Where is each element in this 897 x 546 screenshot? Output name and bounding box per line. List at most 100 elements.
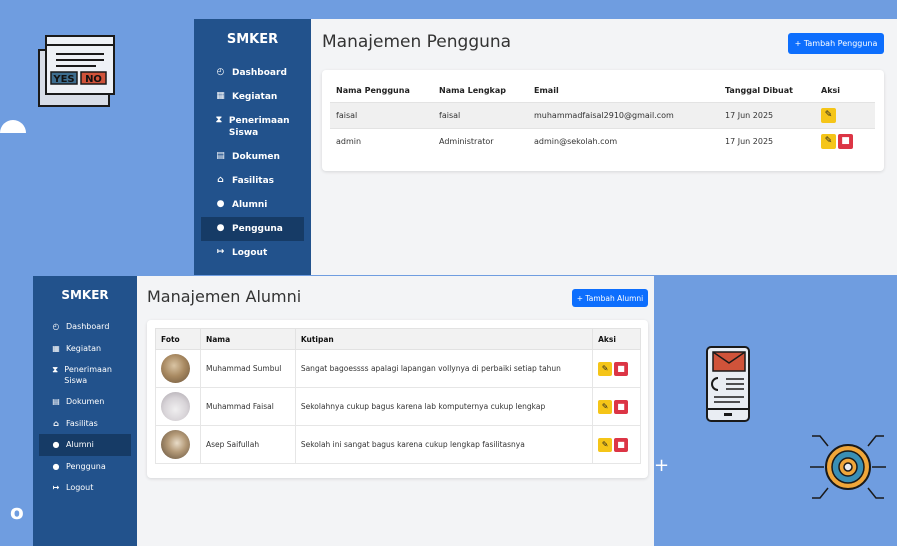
column-header-email: Email: [534, 86, 559, 96]
sidebar-item-penerimaan-siswa[interactable]: ⧗ Penerimaan Siswa: [39, 359, 131, 391]
cell-photo: [155, 425, 201, 464]
sidebar-item-label: Fasilitas: [232, 176, 275, 186]
sidebar-item-label: Dashboard: [232, 68, 287, 78]
cell-email: admin@sekolah.com: [528, 127, 719, 154]
cell-actions: ✎ ■: [592, 387, 641, 426]
brand-title: SMKER: [226, 32, 279, 47]
table-header-row: Foto Nama Kutipan Aksi: [155, 328, 641, 350]
cell-actions: ✎ ■: [592, 425, 641, 464]
cell-actions: ✎: [815, 101, 875, 128]
sidebar-item-label: Fasilitas: [66, 418, 98, 428]
yes-no-form-illustration: YES NO: [38, 35, 115, 107]
sidebar-item-logout[interactable]: ↦ Logout: [201, 241, 304, 265]
column-header-foto: Foto: [155, 328, 201, 350]
sidebar-nav: ◴ Dashboard ▦ Kegiatan ⧗ Penerimaan Siswa ▤ Dok…: [33, 316, 137, 499]
edit-icon[interactable]: ✎: [598, 437, 613, 452]
half-circle-decoration: [0, 120, 26, 133]
sidebar: SMKER ◴ Dashboard ▦ Kegiatan ⧗ Penerimaan Sis…: [33, 276, 137, 546]
cell-quote: Sekolah ini sangat bagus karena cukup le…: [294, 425, 594, 464]
sidebar-item-kegiatan[interactable]: ▦ Kegiatan: [39, 338, 131, 360]
sidebar-item-logout[interactable]: ↦ Logout: [39, 477, 131, 499]
sidebar-item-label: Alumni: [66, 440, 94, 449]
sidebar-item-fasilitas[interactable]: ⌂ Fasilitas: [201, 169, 304, 193]
column-header-nama: Nama: [199, 328, 296, 350]
table-row: admin Administrator admin@sekolah.com 17 Ju…: [330, 127, 875, 154]
dashboard-icon: ◴: [216, 67, 225, 77]
sidebar-item-label: Pengguna: [66, 461, 106, 471]
dashboard-icon: ◴: [52, 322, 60, 331]
user-graduate-icon: ●: [52, 440, 60, 449]
delete-icon[interactable]: ■: [838, 133, 853, 149]
sidebar-item-label: Alumni: [232, 200, 268, 210]
table-row: Muhammad Faisal Sekolahnya cukup bagus ka…: [155, 387, 641, 426]
cell-email: muhammadfaisal2910@gmail.com: [528, 101, 719, 128]
sidebar-item-dashboard[interactable]: ◴ Dashboard: [201, 61, 304, 85]
avatar: [161, 392, 190, 421]
cell-photo: [155, 349, 201, 388]
users-icon: ●: [52, 461, 60, 471]
alumni-table-card: Foto Nama Kutipan Aksi Muhammad Sumbul Sanga…: [147, 320, 648, 478]
cell-name: Asep Saifullah: [199, 425, 296, 464]
alumni-management-window: SMKER ◴ Dashboard ▦ Kegiatan ⧗ Penerimaan Sis…: [33, 276, 654, 546]
users-table: Nama Pengguna Nama Lengkap Email Tanggal Di…: [330, 80, 875, 154]
cell-photo: [155, 387, 201, 426]
logout-icon: ↦: [216, 247, 225, 257]
user-graduate-icon: ●: [216, 199, 225, 209]
phone-mail-illustration: [706, 346, 750, 422]
avatar: [161, 354, 190, 383]
delete-icon[interactable]: ■: [614, 399, 629, 414]
brand-title: SMKER: [61, 288, 109, 302]
sidebar: SMKER ◴ Dashboard ▦ Kegiatan ⧗ Penerimaan Sis…: [194, 19, 311, 275]
sidebar-item-penerimaan-siswa[interactable]: ⧗ Penerimaan Siswa: [201, 109, 304, 145]
cell-quote: Sekolahnya cukup bagus karena lab komput…: [294, 387, 594, 426]
column-header-aksi: Aksi: [592, 328, 641, 350]
sidebar-item-label: Dokumen: [66, 397, 105, 406]
cell-name: Muhammad Sumbul: [199, 349, 296, 388]
plus-decoration: +: [654, 455, 670, 476]
sidebar-item-pengguna[interactable]: ● Pengguna: [201, 217, 304, 241]
add-alumni-button[interactable]: + Tambah Alumni: [572, 289, 648, 307]
calendar-icon: ▦: [216, 91, 225, 101]
hourglass-icon: ⧗: [215, 115, 223, 125]
building-icon: ⌂: [53, 418, 59, 428]
no-label: NO: [85, 74, 102, 85]
sidebar-item-pengguna[interactable]: ● Pengguna: [39, 456, 131, 478]
edit-icon[interactable]: ✎: [821, 133, 836, 149]
delete-icon[interactable]: ■: [614, 437, 629, 452]
main-content: Manajemen Alumni + Tambah Alumni Foto Nam…: [137, 276, 654, 546]
cell-fullname: Administrator: [433, 127, 528, 154]
document-icon: ▤: [216, 151, 225, 161]
sidebar-item-label: Kegiatan: [66, 343, 102, 353]
sidebar-item-dokumen[interactable]: ▤ Dokumen: [39, 391, 131, 413]
edit-icon[interactable]: ✎: [598, 399, 613, 414]
sidebar-item-fasilitas[interactable]: ⌂ Fasilitas: [39, 413, 131, 435]
table-row: Asep Saifullah Sekolah ini sangat bagus k…: [155, 425, 641, 464]
sidebar-item-label: Kegiatan: [232, 92, 278, 102]
users-icon: ●: [216, 223, 225, 233]
page-title: Manajemen Pengguna: [322, 32, 512, 52]
cell-username: faisal: [330, 101, 433, 128]
cell-created: 17 Jun 2025: [719, 101, 815, 128]
edit-icon[interactable]: ✎: [821, 107, 836, 123]
sidebar-item-dokumen[interactable]: ▤ Dokumen: [201, 145, 304, 169]
sidebar-item-alumni[interactable]: ● Alumni: [201, 193, 304, 217]
user-management-window: SMKER ◴ Dashboard ▦ Kegiatan ⧗ Penerimaan Sis…: [194, 19, 897, 275]
table-row: Muhammad Sumbul Sangat bagoessss apalagi …: [155, 349, 641, 388]
edit-icon[interactable]: ✎: [598, 361, 613, 376]
cell-username: admin: [330, 127, 433, 154]
table-header-row: Nama Pengguna Nama Lengkap Email Tanggal Di…: [330, 80, 875, 102]
cell-name: Muhammad Faisal: [199, 387, 296, 426]
calendar-icon: ▦: [52, 343, 60, 353]
sidebar-item-alumni[interactable]: ● Alumni: [39, 434, 131, 456]
column-header-tanggal-dibuat: Tanggal Dibuat: [725, 86, 793, 96]
avatar: [161, 430, 190, 459]
add-user-button[interactable]: + Tambah Pengguna: [788, 33, 884, 54]
sidebar-item-kegiatan[interactable]: ▦ Kegiatan: [201, 85, 304, 109]
circle-decoration: o: [10, 500, 24, 524]
main-content: Manajemen Pengguna + Tambah Pengguna Nam…: [311, 19, 897, 275]
logout-icon: ↦: [52, 483, 60, 492]
users-table-card: Nama Pengguna Nama Lengkap Email Tanggal Di…: [322, 70, 884, 171]
sidebar-item-label: Penerimaan Siswa: [64, 365, 112, 385]
sidebar-item-dashboard[interactable]: ◴ Dashboard: [39, 316, 131, 338]
delete-icon[interactable]: ■: [614, 361, 629, 376]
